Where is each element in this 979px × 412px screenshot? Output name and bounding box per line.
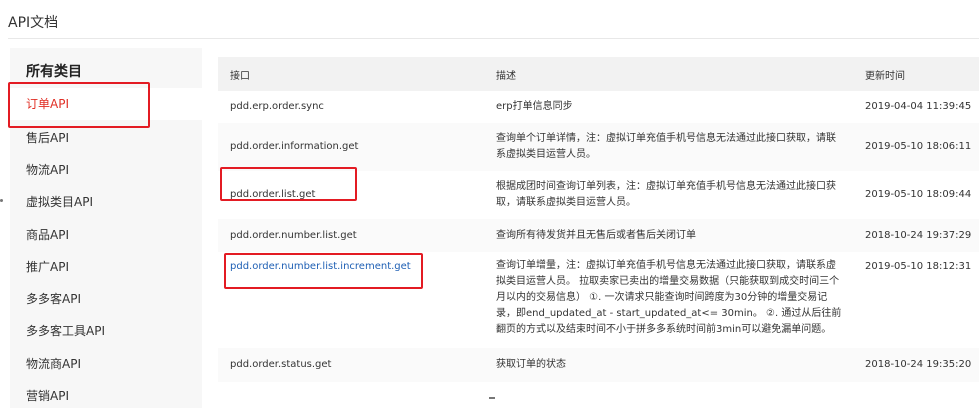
sidebar-item-virtual-category-api[interactable]: 虚拟类目API [10,186,202,218]
updated-time: 2019-05-10 18:09:44 [865,189,972,200]
api-name[interactable]: pdd.order.number.list.get [218,219,484,252]
sidebar-item-promotion-api[interactable]: 推广API [10,251,202,283]
edge-dot [0,199,3,202]
table-row: pdd.order.number.list.get 查询所有待发货并且无售后或者… [218,219,979,252]
column-header-api: 接口 [218,57,484,91]
api-name[interactable]: pdd.erp.order.sync [218,91,484,123]
title-divider [8,38,979,39]
updated-time: 2019-04-04 11:39:45 [865,101,972,112]
updated-time: 2018-10-24 19:35:20 [853,348,979,382]
table-row: pdd.order.number.list.increment.get 查询订单… [218,252,979,348]
table-row: pdd.order.status.get 获取订单的状态 2018-10-24 … [218,348,979,382]
sidebar-item-order-api[interactable]: 订单API [10,88,202,120]
api-name[interactable]: pdd.order.information.get [218,123,484,171]
api-description: 查询单个订单详情，注：虚拟订单充值手机号信息无法通过此接口获取，请联系虚拟类目运… [484,123,853,171]
updated-time: 2018-10-24 19:37:29 [853,219,979,252]
updated-time: 2019-05-10 18:06:11 [853,123,979,171]
bottom-mark [489,397,495,399]
api-description: erp打单信息同步 [496,101,573,112]
api-description: 获取订单的状态 [484,348,853,382]
sidebar-item-logistics-provider-api[interactable]: 物流商API [10,348,202,380]
sidebar-item-goods-api[interactable]: 商品API [10,219,202,251]
api-name[interactable]: pdd.order.status.get [218,348,484,382]
api-description: 查询订单增量，注：虚拟订单充值手机号信息无法通过此接口获取，请联系虚拟类目运营人… [496,260,842,335]
page-title: API文档 [8,15,59,31]
table-row: pdd.order.information.get 查询单个订单详情，注：虚拟订… [218,123,979,171]
column-header-description: 描述 [484,57,853,91]
sidebar-item-duoduoke-api[interactable]: 多多客API [10,283,202,315]
sidebar-item-marketing-api[interactable]: 营销API [10,380,202,412]
table-row: pdd.order.list.get 根据成团时间查询订单列表，注：虚拟订单充值… [218,171,979,219]
table-row: pdd.erp.order.sync erp打单信息同步 2019-04-04 … [218,91,979,123]
category-sidebar: 所有类目 订单API 售后API 物流API 虚拟类目API 商品API 推广A… [10,48,202,408]
api-table: 接口 描述 更新时间 pdd.erp.order.sync erp打单信息同步 … [218,57,979,382]
sidebar-item-duoduoke-tools-api[interactable]: 多多客工具API [10,315,202,347]
api-description: 查询所有待发货并且无售后或者售后关闭订单 [484,219,853,252]
sidebar-item-aftersale-api[interactable]: 售后API [10,122,202,154]
sidebar-item-logistics-api[interactable]: 物流API [10,154,202,186]
api-description: 根据成团时间查询订单列表，注：虚拟订单充值手机号信息无法通过此接口获取，请联系虚… [496,181,836,208]
updated-time: 2019-05-10 18:12:31 [865,261,972,272]
column-header-updated-time: 更新时间 [853,57,979,91]
api-name[interactable]: pdd.order.list.get [218,171,484,219]
api-name-link[interactable]: pdd.order.number.list.increment.get [218,252,484,348]
sidebar-heading: 所有类目 [26,64,82,80]
table-header-row: 接口 描述 更新时间 [218,57,979,91]
